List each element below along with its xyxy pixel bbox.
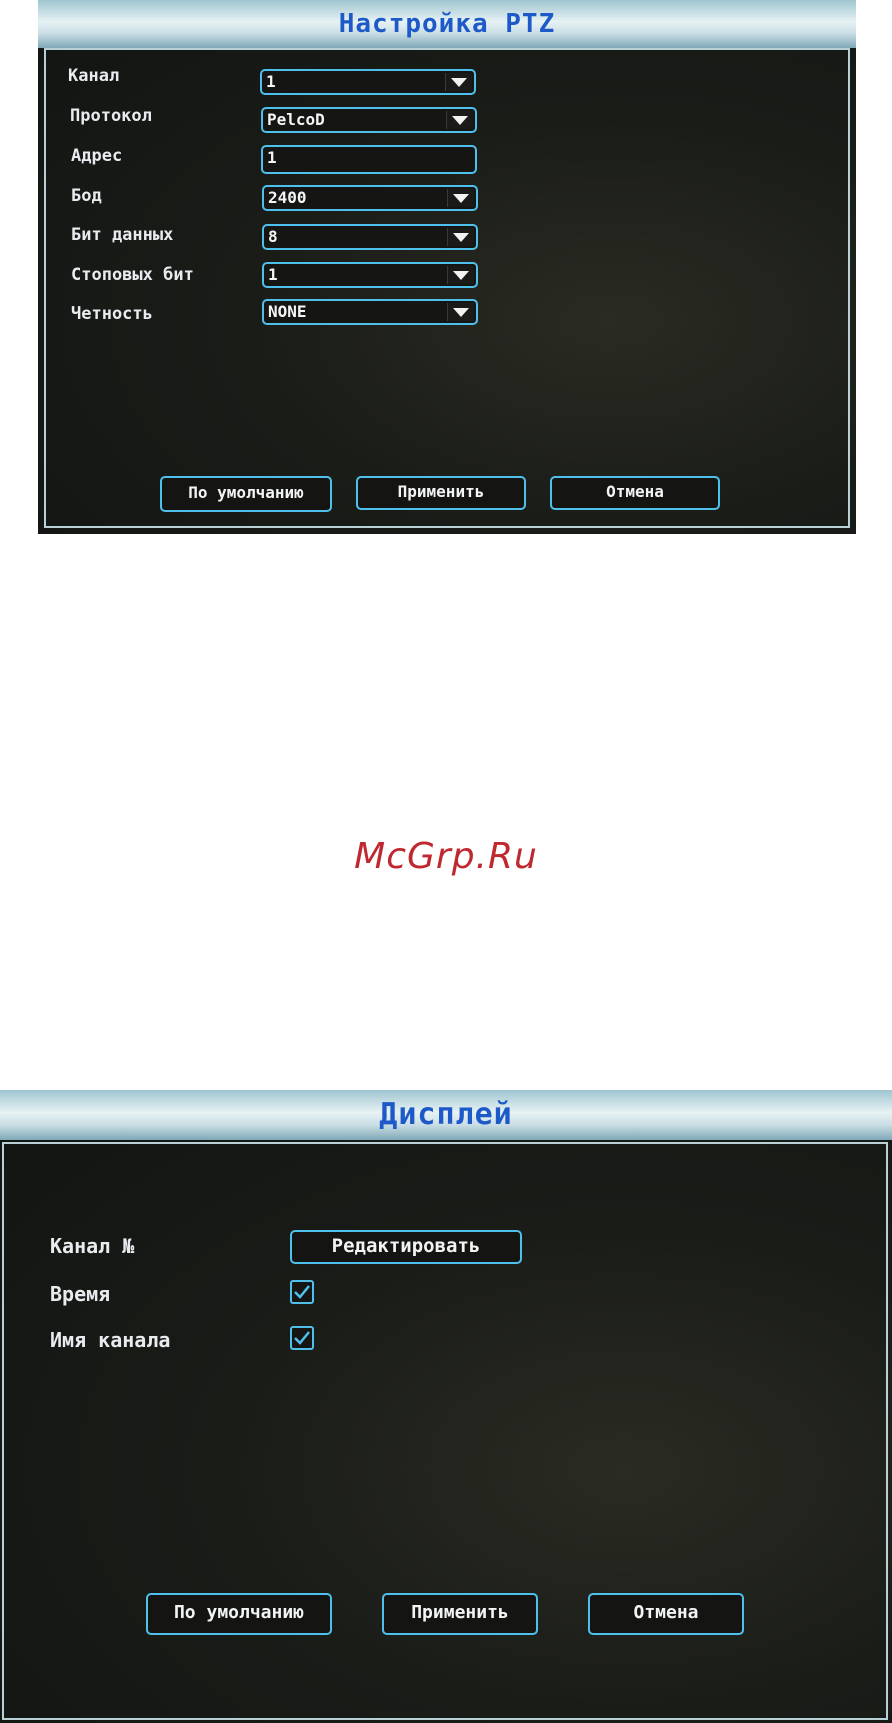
ptz-title-bar: Настройка PTZ xyxy=(38,0,856,48)
chevron-down-icon[interactable] xyxy=(447,228,474,246)
default-button[interactable]: По умолчанию xyxy=(146,1593,332,1635)
channel-label: Канал xyxy=(68,66,120,86)
stop-bits-value: 1 xyxy=(268,265,278,284)
stop-bits-select[interactable]: 1 xyxy=(262,262,478,288)
address-input[interactable]: 1 xyxy=(261,145,477,174)
apply-button[interactable]: Применить xyxy=(382,1593,538,1635)
chevron-down-icon[interactable] xyxy=(447,303,474,321)
display-title-bar: Дисплей xyxy=(0,1090,892,1140)
display-settings-panel: Дисплей Канал № Редактировать Время Имя … xyxy=(0,1090,892,1723)
chevron-down-icon[interactable] xyxy=(446,111,473,129)
data-bits-value: 8 xyxy=(268,227,278,246)
default-button[interactable]: По умолчанию xyxy=(160,476,332,512)
chevron-down-icon[interactable] xyxy=(447,189,474,207)
address-label: Адрес xyxy=(71,146,123,166)
edit-button[interactable]: Редактировать xyxy=(290,1230,522,1264)
channel-number-label: Канал № xyxy=(50,1234,135,1258)
time-label: Время xyxy=(50,1282,111,1306)
checkmark-icon xyxy=(294,1331,310,1345)
protocol-label: Протокол xyxy=(70,106,152,126)
page: Настройка PTZ Канал 1 Протокол PelcoD Ад… xyxy=(0,0,892,1723)
apply-button[interactable]: Применить xyxy=(356,476,526,510)
protocol-select[interactable]: PelcoD xyxy=(261,107,477,133)
ptz-settings-panel: Настройка PTZ Канал 1 Протокол PelcoD Ад… xyxy=(38,0,856,534)
parity-value: NONE xyxy=(268,302,307,321)
protocol-value: PelcoD xyxy=(267,110,325,129)
parity-select[interactable]: NONE xyxy=(262,299,478,325)
time-checkbox[interactable] xyxy=(290,1280,314,1304)
watermark: McGrp.Ru xyxy=(354,836,538,877)
chevron-down-icon[interactable] xyxy=(447,266,474,284)
baud-value: 2400 xyxy=(268,188,307,207)
parity-label: Четность xyxy=(71,304,153,324)
channel-select[interactable]: 1 xyxy=(260,69,476,95)
checkmark-icon xyxy=(294,1285,310,1299)
data-bits-select[interactable]: 8 xyxy=(262,224,478,250)
data-bits-label: Бит данных xyxy=(71,225,174,245)
channel-name-label: Имя канала xyxy=(50,1328,171,1352)
channel-value: 1 xyxy=(266,72,276,91)
chevron-down-icon[interactable] xyxy=(445,73,472,91)
address-value: 1 xyxy=(267,148,277,167)
stop-bits-label: Стоповых бит xyxy=(71,265,194,285)
channel-name-checkbox[interactable] xyxy=(290,1326,314,1350)
display-title: Дисплей xyxy=(379,1097,513,1132)
ptz-title: Настройка PTZ xyxy=(338,9,556,39)
baud-label: Бод xyxy=(71,186,102,206)
cancel-button[interactable]: Отмена xyxy=(588,1593,744,1635)
baud-select[interactable]: 2400 xyxy=(262,185,478,211)
cancel-button[interactable]: Отмена xyxy=(550,476,720,510)
